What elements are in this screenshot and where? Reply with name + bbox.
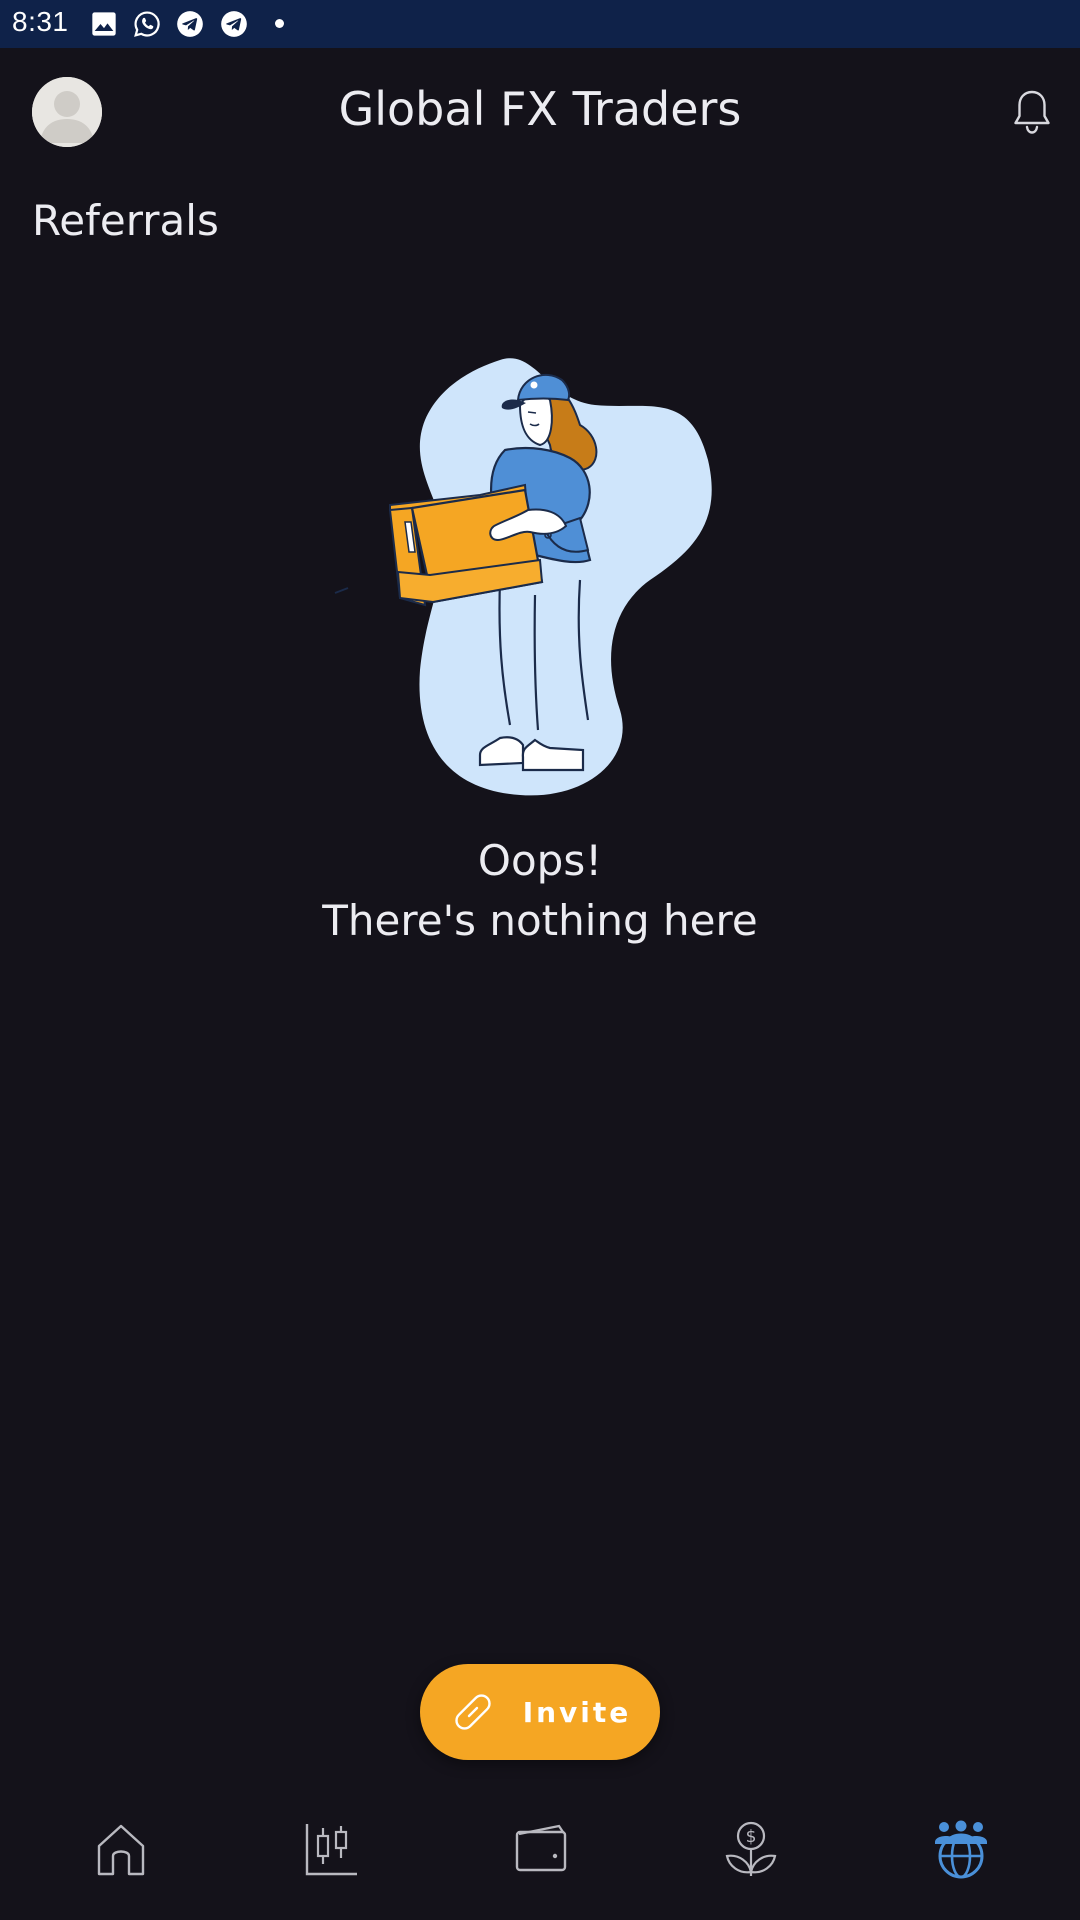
invite-label: Invite (522, 1695, 632, 1729)
whatsapp-icon (134, 11, 160, 37)
section-title: Referrals (32, 196, 219, 245)
invite-button[interactable]: Invite (420, 1664, 660, 1760)
status-time: 8:31 (12, 6, 69, 37)
home-icon[interactable] (91, 1820, 151, 1880)
wallet-icon[interactable] (511, 1820, 571, 1880)
telegram-icon (177, 11, 203, 37)
person-holding-box-illustration (334, 358, 712, 796)
bell-icon[interactable] (1012, 88, 1052, 136)
community-globe-icon[interactable] (931, 1820, 991, 1880)
money-plant-icon[interactable]: $ (721, 1820, 781, 1880)
status-bar: 8:31 (0, 0, 1080, 48)
bottom-nav: $ (0, 1800, 1080, 1920)
gallery-icon (92, 12, 116, 36)
telegram-icon (221, 11, 247, 37)
candlestick-chart-icon[interactable] (301, 1820, 361, 1880)
app-title: Global FX Traders (338, 82, 742, 136)
link-icon (455, 1694, 491, 1730)
svg-text:$: $ (746, 1827, 757, 1847)
empty-state-title: Oops! (477, 836, 603, 885)
empty-state-subtitle: There's nothing here (322, 896, 758, 945)
notification-dot (275, 19, 284, 28)
